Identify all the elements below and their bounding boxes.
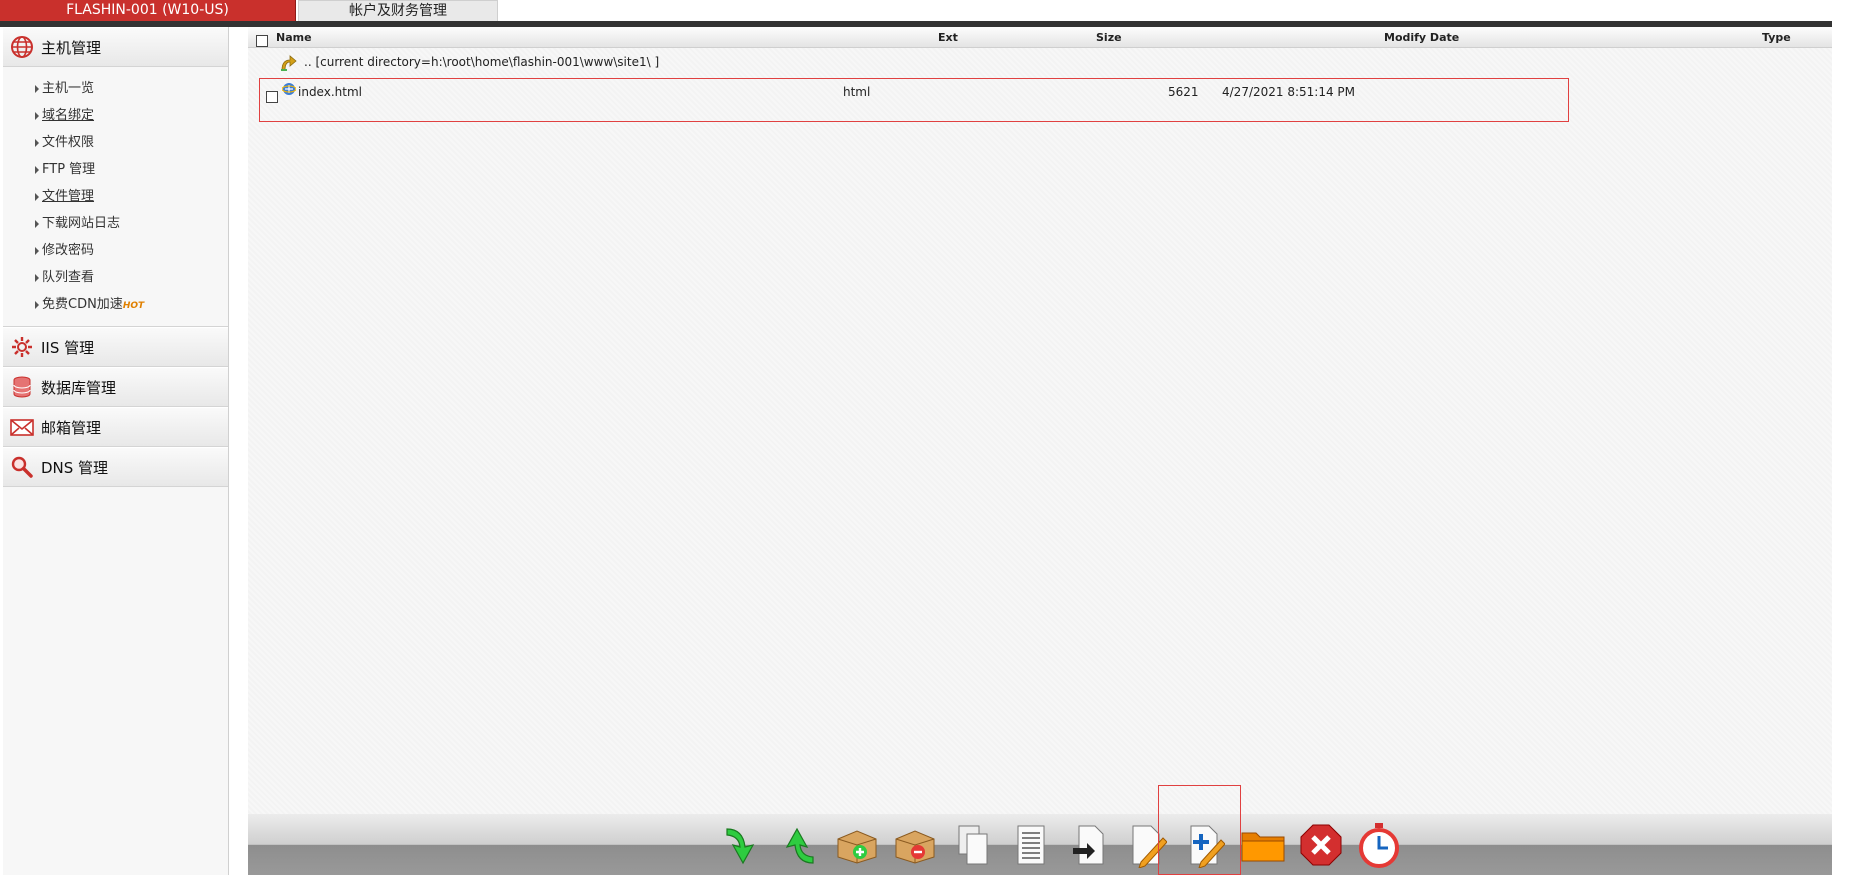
- sidebar-item-change-password[interactable]: 修改密码: [3, 237, 228, 264]
- document-icon: [1017, 825, 1045, 865]
- delete-icon: [1300, 824, 1342, 866]
- sidebar-section-iis[interactable]: IIS 管理: [3, 327, 228, 367]
- globe-icon: [9, 34, 35, 60]
- copy-button[interactable]: [950, 818, 996, 872]
- folder-up-icon: [278, 52, 298, 72]
- tab-host[interactable]: FLASHIN-001 (W10-US): [0, 0, 296, 21]
- scheduler-button[interactable]: [1356, 818, 1402, 872]
- database-icon: [9, 374, 35, 400]
- add-box-button[interactable]: [834, 818, 880, 872]
- import-button[interactable]: [1066, 818, 1112, 872]
- sidebar-item-file-manager[interactable]: 文件管理: [3, 183, 228, 210]
- import-icon: [1073, 825, 1104, 865]
- bottom-toolbar: [248, 814, 1832, 875]
- magnifier-icon: [9, 454, 35, 480]
- current-directory-path: .. [current directory=h:\root\home\flash…: [304, 55, 660, 69]
- copy-icon: [958, 825, 988, 865]
- hot-badge: HOT: [122, 301, 145, 311]
- remove-box-icon: [895, 830, 935, 864]
- move-up-button[interactable]: [776, 818, 822, 872]
- sidebar-section-label: 主机管理: [41, 38, 102, 57]
- parent-directory-row[interactable]: .. [current directory=h:\root\home\flash…: [278, 52, 659, 72]
- toolbar-selection-highlight: [1158, 785, 1241, 875]
- scheduler-icon: [1359, 823, 1399, 868]
- sidebar-section-label: 邮箱管理: [41, 418, 102, 437]
- sidebar-section-host[interactable]: 主机管理: [3, 27, 228, 67]
- move-down-button[interactable]: [718, 818, 764, 872]
- envelope-icon: [9, 414, 35, 440]
- folder-button[interactable]: [1240, 818, 1286, 872]
- sidebar-item-ftp[interactable]: FTP 管理: [3, 156, 228, 183]
- file-manager: Name Ext Size Modify Date Type .. [curre…: [248, 27, 1832, 875]
- sidebar-item-file-permissions[interactable]: 文件权限: [3, 129, 228, 156]
- file-ext: html: [843, 85, 871, 99]
- host-submenu: 主机一览 域名绑定 文件权限 FTP 管理 文件管理 下载网站日志 修改密码 队…: [3, 67, 228, 327]
- gear-icon: [9, 334, 35, 360]
- tab-account-finance[interactable]: 帐户及财务管理: [298, 0, 498, 21]
- sidebar-section-dns[interactable]: DNS 管理: [3, 447, 228, 487]
- sidebar-item-download-logs[interactable]: 下载网站日志: [3, 210, 228, 237]
- remove-box-button[interactable]: [892, 818, 938, 872]
- sidebar-item-domain-binding[interactable]: 域名绑定: [3, 102, 228, 129]
- header-modify-date[interactable]: Modify Date: [1384, 31, 1459, 44]
- table-header: Name Ext Size Modify Date Type: [248, 27, 1832, 48]
- sidebar-item-free-cdn[interactable]: 免费CDN加速HOT: [3, 291, 228, 318]
- sidebar: 主机管理 主机一览 域名绑定 文件权限 FTP 管理 文件管理 下载网站日志 修…: [3, 27, 229, 875]
- sidebar-item-queue[interactable]: 队列查看: [3, 264, 228, 291]
- sidebar-section-label: DNS 管理: [41, 458, 109, 477]
- file-modify-date: 4/27/2021 8:51:14 PM: [1222, 85, 1356, 99]
- move-down-icon: [726, 828, 755, 865]
- file-size: 5621: [1168, 85, 1199, 99]
- file-name[interactable]: index.html: [298, 85, 362, 99]
- html-file-icon: [281, 82, 297, 99]
- sidebar-section-mail[interactable]: 邮箱管理: [3, 407, 228, 447]
- sidebar-section-label: 数据库管理: [41, 378, 117, 397]
- folder-icon: [1241, 832, 1285, 862]
- document-button[interactable]: [1008, 818, 1054, 872]
- delete-button[interactable]: [1298, 818, 1344, 872]
- sidebar-section-label: IIS 管理: [41, 338, 95, 357]
- add-box-icon: [837, 830, 877, 864]
- table-row[interactable]: index.html html 5621 4/27/2021 8:51:14 P…: [259, 78, 1569, 122]
- sidebar-item-host-list[interactable]: 主机一览: [3, 75, 228, 102]
- header-size[interactable]: Size: [1096, 31, 1122, 44]
- header-ext[interactable]: Ext: [938, 31, 958, 44]
- header-type[interactable]: Type: [1762, 31, 1791, 44]
- sidebar-section-database[interactable]: 数据库管理: [3, 367, 228, 407]
- move-up-icon: [785, 827, 814, 864]
- top-tabs: FLASHIN-001 (W10-US) 帐户及财务管理: [0, 0, 500, 21]
- header-name[interactable]: Name: [276, 31, 312, 44]
